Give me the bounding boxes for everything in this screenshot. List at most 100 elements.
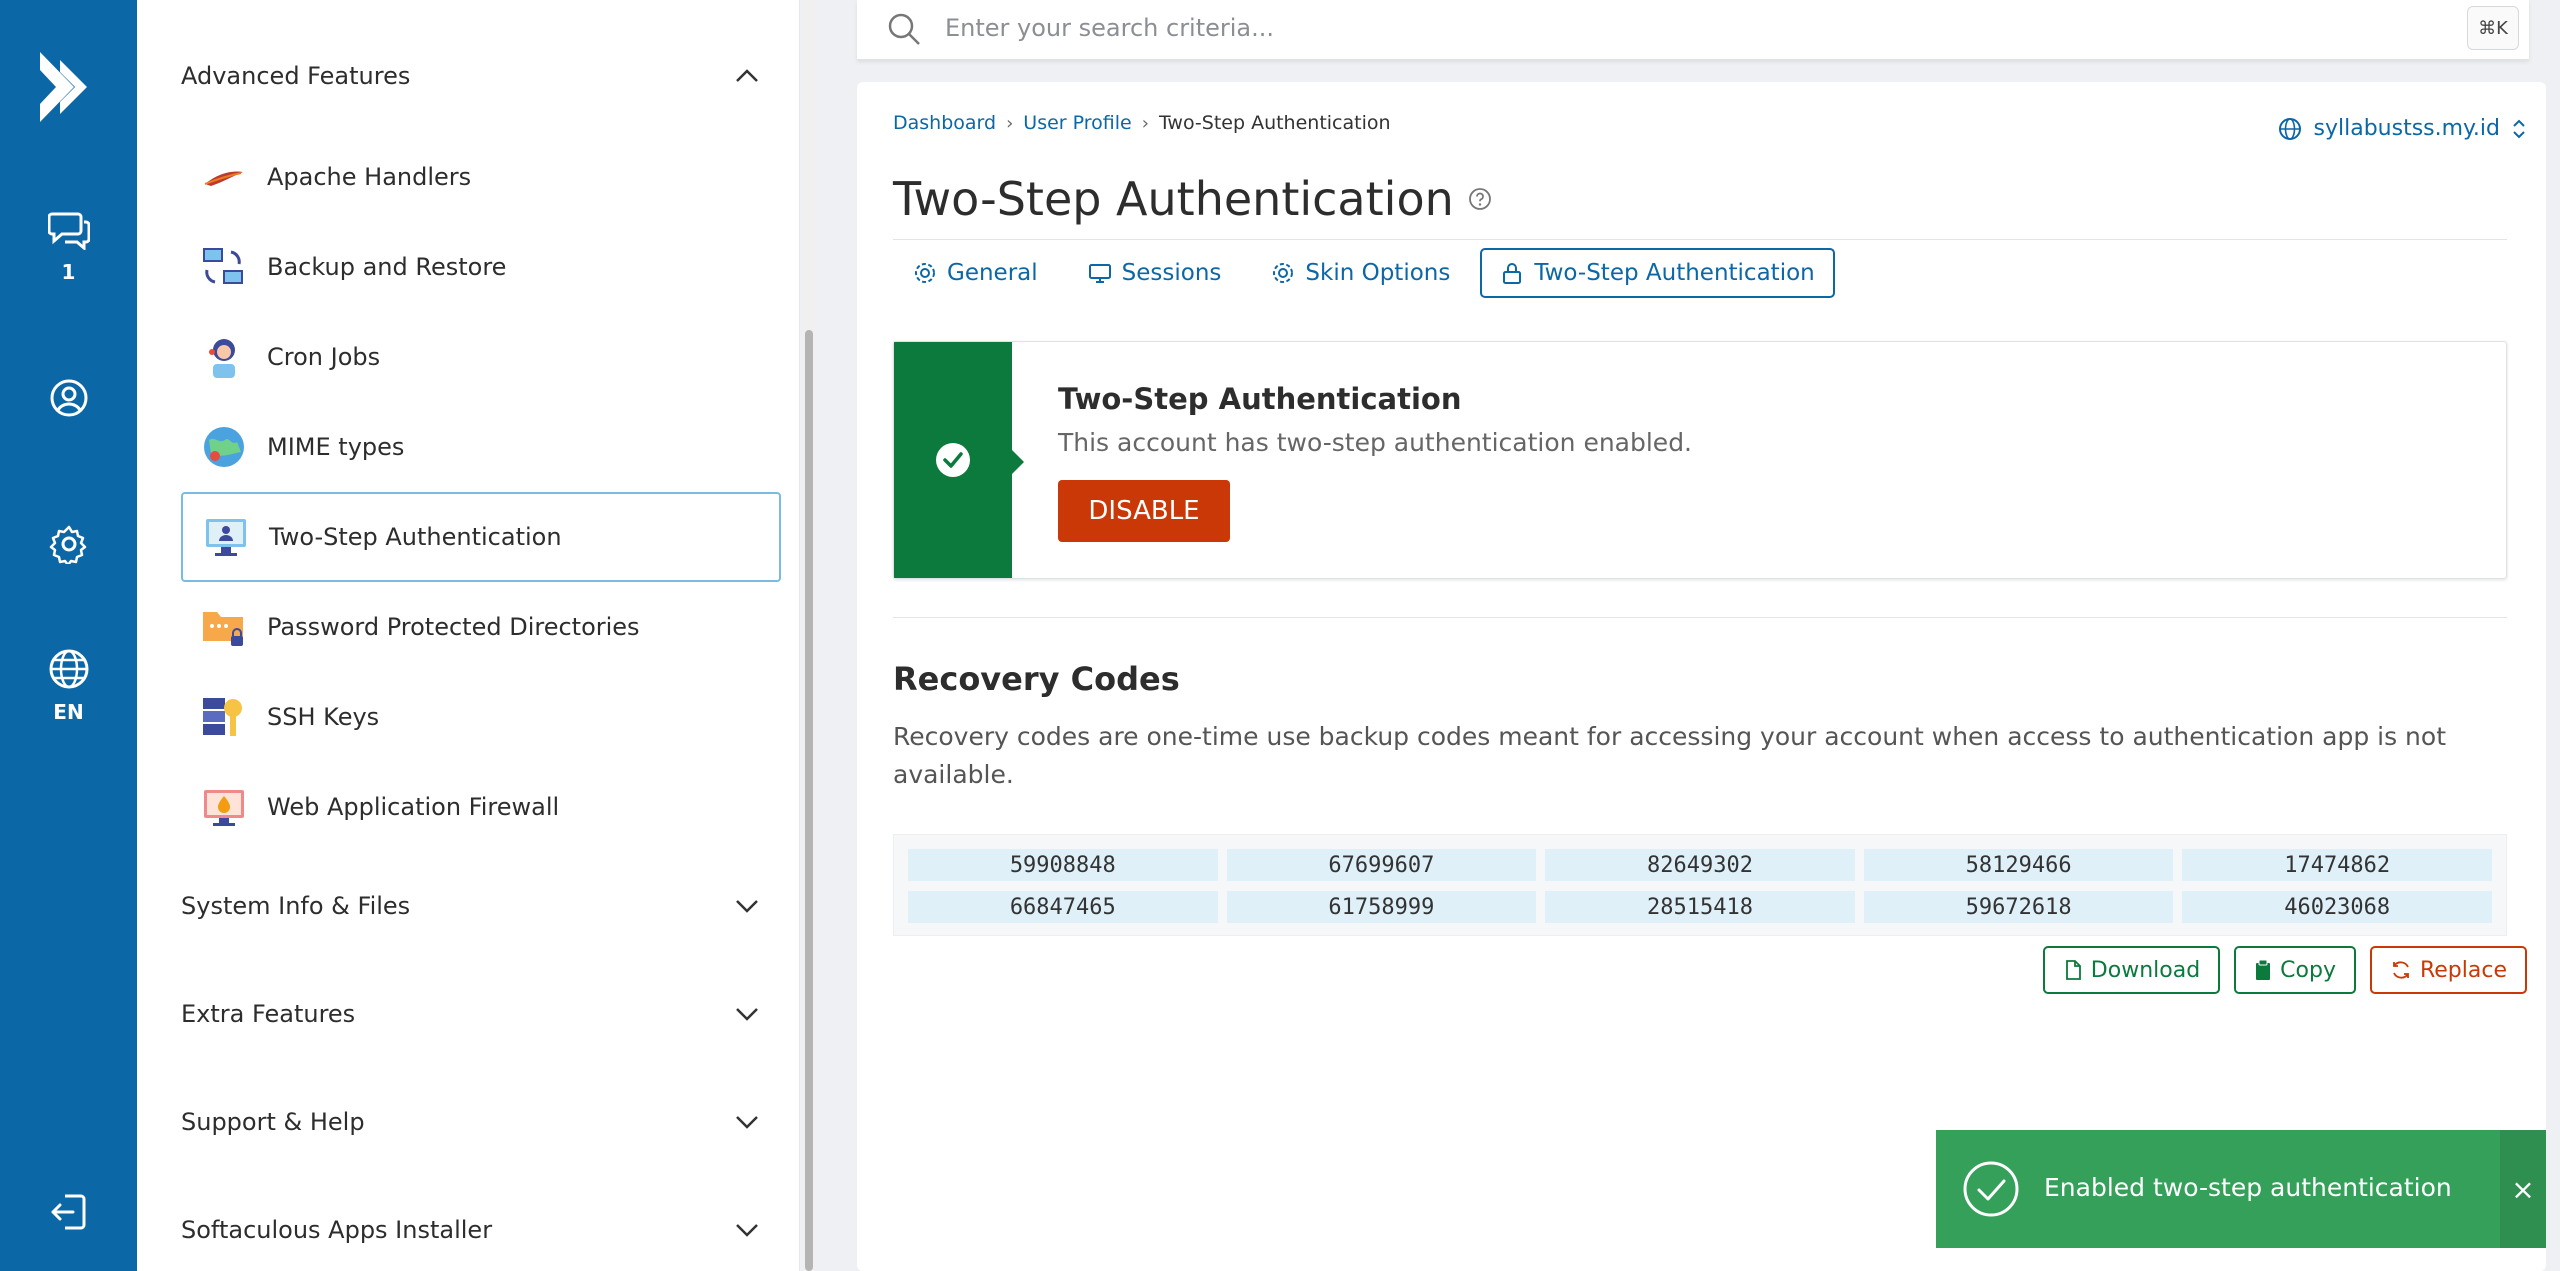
breadcrumb-current: Two-Step Authentication	[1158, 112, 1391, 134]
download-label: Download	[2090, 957, 2201, 983]
recovery-codes-description: Recovery codes are one-time use backup c…	[893, 722, 2447, 789]
section-label: Support & Help	[181, 1108, 365, 1136]
status-card: Two-Step Authentication This account has…	[893, 341, 2507, 579]
globe-icon	[2278, 117, 2301, 140]
recovery-code: 28515418	[1545, 891, 1855, 923]
section-extra-features[interactable]: Extra Features	[181, 984, 761, 1044]
chevron-down-icon	[736, 1224, 758, 1237]
messages-badge: 1	[61, 260, 76, 284]
sidebar-item-waf[interactable]: Web Application Firewall	[181, 762, 781, 852]
tab-bar: General Sessions Skin Options Two-Step A…	[893, 248, 1835, 298]
sidebar-item-mime-types[interactable]: MIME types	[181, 402, 781, 492]
logo-icon[interactable]	[34, 52, 98, 122]
recovery-codes-title: Recovery Codes	[893, 660, 1180, 698]
tab-skin-options[interactable]: Skin Options	[1251, 248, 1470, 298]
clipboard-icon	[2256, 959, 2271, 980]
chevron-down-icon	[736, 900, 758, 913]
copy-button[interactable]: Copy	[2234, 946, 2356, 994]
disable-button[interactable]: DISABLE	[1058, 480, 1230, 542]
sidebar-item-two-step-auth[interactable]: Two-Step Authentication	[181, 492, 781, 582]
recovery-code: 58129466	[1863, 849, 2174, 881]
toast-message: Enabled two-step authentication	[2044, 1173, 2452, 1202]
domain-selector[interactable]: syllabustss.my.id	[2278, 116, 2526, 141]
tab-label: Skin Options	[1305, 260, 1451, 286]
close-icon[interactable]: ×	[2500, 1130, 2546, 1248]
chevron-down-icon	[736, 1116, 758, 1129]
sidebar-item-label: Cron Jobs	[267, 343, 381, 371]
section-label: Extra Features	[181, 1000, 356, 1028]
recovery-code: 59908848	[908, 849, 1218, 881]
sidebar-item-label: Backup and Restore	[267, 253, 507, 281]
breadcrumb-separator-icon: ›	[1006, 112, 1014, 134]
status-strip	[894, 342, 1024, 578]
breadcrumb-user-profile[interactable]: User Profile	[1023, 112, 1131, 134]
status-description: This account has two-step authentication…	[1058, 428, 1693, 457]
gear-icon	[49, 525, 86, 564]
sidebar-item-label: Apache Handlers	[267, 163, 472, 191]
strip-arrow	[1012, 450, 1024, 474]
tab-label: Sessions	[1121, 260, 1222, 286]
sidebar-item-backup-restore[interactable]: Backup and Restore	[181, 222, 781, 312]
recovery-actions: Download Copy Replace	[2042, 946, 2527, 994]
page-title-row: Two-Step Authentication	[893, 172, 1492, 226]
chat-icon	[47, 212, 90, 250]
page-title: Two-Step Authentication	[893, 172, 1454, 226]
sidebar-scrollbar-thumb[interactable]	[805, 330, 813, 1271]
sidebar-item-label: SSH Keys	[267, 703, 380, 731]
section-softaculous[interactable]: Softaculous Apps Installer	[181, 1200, 761, 1260]
gear-icon	[1273, 263, 1294, 283]
search-shortcut-badge: ⌘K	[2467, 6, 2519, 50]
section-label: Advanced Features	[181, 62, 411, 90]
section-support-help[interactable]: Support & Help	[181, 1092, 761, 1152]
lock-icon	[1503, 263, 1522, 284]
monitor-icon	[1088, 264, 1111, 283]
tab-label: General	[947, 260, 1038, 286]
sidebar-item-label: Password Protected Directories	[267, 613, 640, 641]
recovery-code: 66847465	[908, 891, 1218, 923]
robot-operator-icon	[209, 339, 235, 378]
status-title: Two-Step Authentication	[1058, 382, 1462, 416]
sidebar-item-label: MIME types	[267, 433, 405, 461]
globe-icon	[49, 649, 88, 689]
file-icon	[2065, 960, 2081, 980]
server-key-icon	[203, 698, 242, 736]
user-circle-icon	[50, 379, 87, 417]
gear-icon	[915, 263, 935, 283]
breadcrumb-separator-icon: ›	[1141, 112, 1149, 134]
rail-logout[interactable]	[0, 1192, 137, 1232]
breadcrumb: Dashboard › User Profile › Two-Step Auth…	[893, 112, 1391, 134]
computers-sync-icon	[203, 248, 243, 284]
sidebar-item-apache-handlers[interactable]: Apache Handlers	[181, 132, 781, 222]
recovery-codes-grid: 59908848 67699607 82649302 58129466 1747…	[893, 834, 2507, 936]
rail-settings[interactable]	[0, 524, 137, 564]
rail-messages[interactable]: 1	[0, 210, 137, 284]
feather-icon	[204, 171, 243, 186]
section-system-info[interactable]: System Info & Files	[181, 876, 761, 936]
language-label: EN	[53, 700, 84, 724]
replace-button[interactable]: Replace	[2369, 946, 2527, 994]
sidebar-item-password-dirs[interactable]: Password Protected Directories	[181, 582, 781, 672]
rail-profile[interactable]	[0, 378, 137, 418]
section-advanced-features[interactable]: Advanced Features	[181, 46, 761, 106]
section-label: System Info & Files	[181, 892, 411, 920]
recovery-code: 61758999	[1226, 891, 1537, 923]
recovery-code: 67699607	[1226, 849, 1537, 881]
sidebar-item-ssh-keys[interactable]: SSH Keys	[181, 672, 781, 762]
tab-two-step-auth[interactable]: Two-Step Authentication	[1480, 248, 1835, 298]
sidebar-item-cron-jobs[interactable]: Cron Jobs	[181, 312, 781, 402]
tab-general[interactable]: General	[893, 248, 1058, 298]
download-button[interactable]: Download	[2042, 946, 2221, 994]
replace-label: Replace	[2419, 957, 2507, 983]
rail-language[interactable]: EN	[0, 648, 137, 724]
search-input[interactable]	[945, 8, 2345, 48]
recovery-code: 59672618	[1863, 891, 2174, 923]
tab-sessions[interactable]: Sessions	[1068, 248, 1242, 298]
folder-lock-icon	[203, 612, 243, 646]
sidebar-item-label: Web Application Firewall	[267, 793, 560, 821]
sidebar-item-label: Two-Step Authentication	[269, 523, 562, 551]
left-rail: 1 EN	[0, 0, 137, 1271]
recovery-code: 82649302	[1545, 849, 1855, 881]
breadcrumb-dashboard[interactable]: Dashboard	[893, 112, 996, 134]
help-icon[interactable]	[1468, 187, 1492, 211]
monitor-user-icon	[206, 519, 246, 556]
